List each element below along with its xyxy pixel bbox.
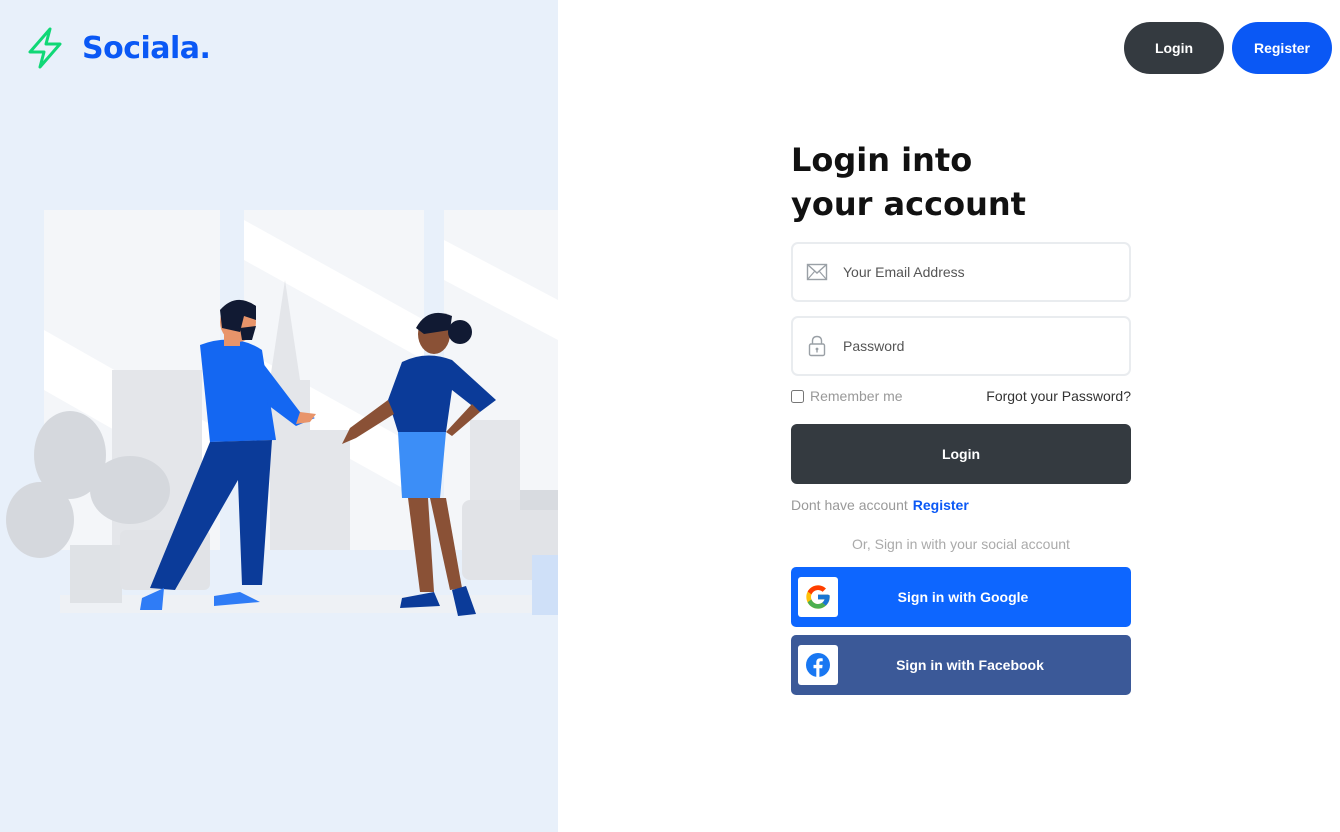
forgot-password-link[interactable]: Forgot your Password? bbox=[986, 388, 1131, 404]
google-signin-label: Sign in with Google bbox=[897, 589, 1029, 605]
lightning-bolt-icon bbox=[28, 27, 62, 69]
remember-row: Remember me Forgot your Password? bbox=[791, 388, 1131, 404]
facebook-icon bbox=[798, 645, 838, 685]
google-signin-button[interactable]: Sign in with Google bbox=[791, 567, 1131, 627]
remember-checkbox[interactable] bbox=[791, 389, 804, 403]
google-icon bbox=[798, 577, 838, 617]
email-field[interactable] bbox=[791, 242, 1131, 302]
page-title: Login into your account bbox=[791, 138, 1131, 226]
login-submit-button[interactable]: Login bbox=[791, 424, 1131, 484]
register-prompt: Dont have account Register bbox=[791, 497, 1131, 513]
people-talking-illustration bbox=[6, 210, 558, 616]
remember-label: Remember me bbox=[810, 388, 903, 404]
envelope-icon bbox=[805, 260, 829, 284]
facebook-signin-button[interactable]: Sign in with Facebook bbox=[791, 635, 1131, 695]
left-panel: Sociala. bbox=[0, 0, 558, 832]
nav-register-button[interactable]: Register bbox=[1232, 22, 1332, 74]
facebook-signin-label: Sign in with Facebook bbox=[896, 657, 1044, 673]
nav-login-button[interactable]: Login bbox=[1124, 22, 1224, 74]
lock-icon bbox=[805, 334, 829, 358]
social-caption: Or, Sign in with your social account bbox=[852, 536, 1070, 552]
remember-me[interactable]: Remember me bbox=[791, 388, 903, 404]
email-input[interactable] bbox=[843, 264, 1103, 280]
top-nav: Login Register bbox=[1124, 22, 1332, 74]
no-account-text: Dont have account bbox=[791, 497, 908, 513]
password-field[interactable] bbox=[791, 316, 1131, 376]
password-input[interactable] bbox=[843, 338, 1103, 354]
brand-name: Sociala. bbox=[82, 30, 211, 66]
login-form: Login into your account Remember me Forg… bbox=[791, 138, 1131, 695]
brand-logo[interactable]: Sociala. bbox=[24, 26, 211, 70]
title-line-2: your account bbox=[791, 185, 1026, 223]
register-link[interactable]: Register bbox=[913, 497, 969, 513]
title-line-1: Login into bbox=[791, 141, 973, 179]
